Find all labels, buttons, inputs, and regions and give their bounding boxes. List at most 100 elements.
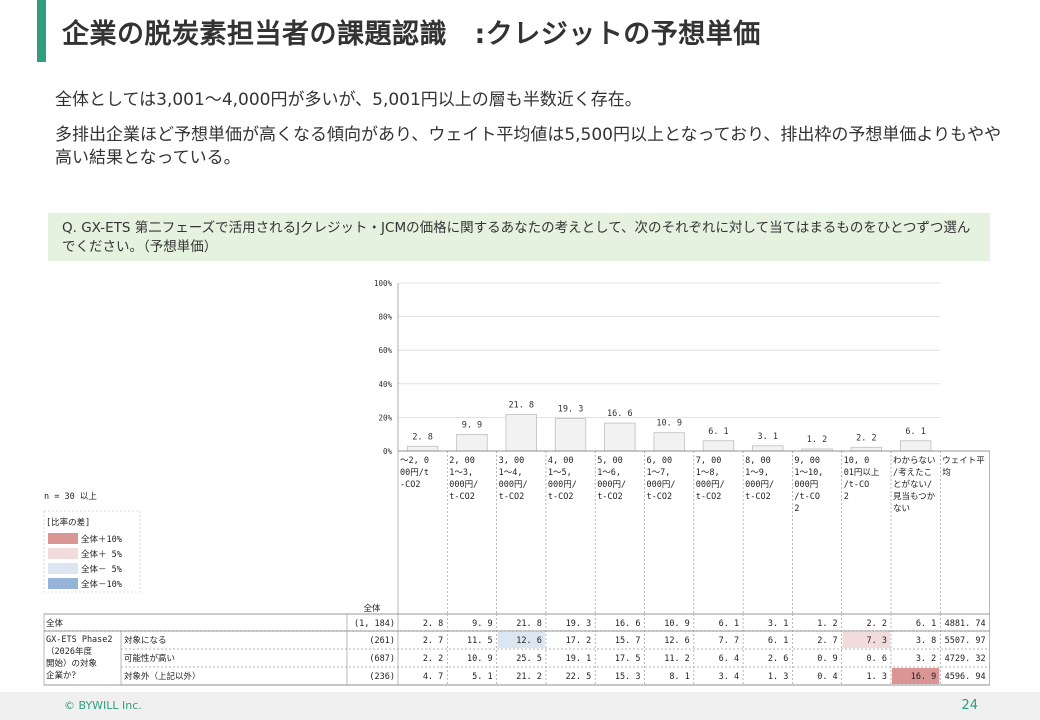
column-header-text: 3, 00 — [499, 456, 525, 466]
table-cell-value: 2. 7 — [817, 636, 837, 646]
table-cell-value: 17. 5 — [615, 654, 641, 664]
table-cell-value: 2. 2 — [423, 654, 443, 664]
column-header-text: /考えたこ — [893, 468, 932, 478]
column-header-text: t-CO2 — [597, 492, 623, 502]
column-header-text: 2 — [844, 492, 849, 502]
table-cell-value: 1. 3 — [768, 672, 788, 682]
bar-data-label: 9. 9 — [462, 420, 482, 430]
table-row-n: (1, 184) — [354, 619, 395, 629]
table-cell-value: 16. 6 — [615, 619, 641, 629]
column-header-text: 1～8, — [696, 468, 720, 478]
table-cell-value: 4881. 74 — [945, 619, 986, 629]
table-cell-value: 11. 5 — [467, 636, 493, 646]
y-tick-label: 0% — [383, 447, 393, 456]
column-header-text: t-CO2 — [696, 492, 722, 502]
column-header-text: 均 — [942, 467, 951, 478]
legend-swatch — [48, 548, 78, 559]
column-header-text: 000円 — [794, 480, 818, 490]
column-header-text: 9, 00 — [794, 456, 820, 466]
table-cell-value: 2. 8 — [423, 619, 443, 629]
column-header-text: 1～9, — [745, 468, 769, 478]
copyright-text: © BYWILL Inc. — [64, 699, 142, 712]
bar-data-label: 19. 3 — [558, 405, 584, 415]
bar — [505, 413, 537, 452]
table-cell-value: 6. 1 — [768, 636, 788, 646]
legend-swatch — [48, 563, 78, 574]
table-cell-value: 10. 9 — [467, 654, 493, 664]
table-cell-value: 5507. 97 — [945, 636, 986, 646]
table-cell-value: 0. 4 — [817, 672, 837, 682]
table-row-sublabel: 対象外（上記以外） — [124, 671, 201, 682]
table-cell-value: 6. 1 — [916, 619, 936, 629]
table-cell-value: 3. 8 — [916, 636, 936, 646]
bar-data-label: 2. 8 — [412, 432, 432, 442]
table-cell-value: 6. 1 — [719, 619, 739, 629]
bar — [850, 446, 883, 452]
table-cell-value: 12. 6 — [516, 636, 542, 646]
table-group-label: 開始）の対象 — [46, 658, 98, 669]
table-cell-value: 11. 2 — [664, 654, 690, 664]
column-header-text: 5, 00 — [597, 456, 623, 466]
column-header-text: ～2, 0 — [400, 456, 429, 466]
table-cell-value: 2. 2 — [867, 619, 887, 629]
column-header-text: 000円/ — [499, 480, 528, 490]
table-cell-value: 21. 2 — [516, 672, 542, 682]
table-cell-value: 21. 8 — [516, 619, 542, 629]
table-cell-value: 3. 1 — [768, 619, 788, 629]
column-header-text: 4, 00 — [548, 456, 574, 466]
bar-data-label: 2. 2 — [856, 433, 876, 443]
bar-data-label: 1. 2 — [807, 435, 827, 445]
column-header-text: t-CO2 — [548, 492, 574, 502]
table-cell-value: 2. 6 — [768, 654, 788, 664]
table-cell-value: 4. 7 — [423, 672, 443, 682]
bar-data-label: 3. 1 — [758, 432, 778, 442]
column-header-text: 000円/ — [696, 480, 725, 490]
table-cell-value: 5. 1 — [472, 672, 492, 682]
y-tick-label: 20% — [378, 413, 392, 422]
table-group-label: 企業か？ — [46, 670, 80, 681]
column-header-text: 2 — [794, 504, 799, 514]
column-header-text: 1～3, — [449, 468, 473, 478]
y-tick-label: 60% — [378, 346, 392, 355]
bar-data-label: 16. 6 — [607, 409, 633, 419]
bar — [702, 440, 735, 452]
column-header-text: 1～7, — [647, 468, 671, 478]
column-header-text: わからない — [893, 456, 936, 466]
column-header-text: 見当もつか — [893, 491, 936, 502]
column-header-text: /t-CO — [794, 492, 820, 502]
table-cell-value: 0. 6 — [867, 654, 887, 664]
y-tick-label: 40% — [378, 380, 392, 389]
table-row-n: (687) — [369, 654, 395, 664]
table-cell-value: 0. 9 — [817, 654, 837, 664]
legend-swatch — [48, 533, 78, 544]
column-header-text: 1～4, — [499, 468, 523, 478]
column-header-text: 000円/ — [745, 480, 774, 490]
survey-chart-table: 0% 20% 40% 60% 80% 100% 2. 8 9. 9 21. 8 19. 3 16. … — [43, 279, 990, 686]
table-cell-value: 17. 2 — [566, 636, 592, 646]
column-header-text: /t-CO — [844, 480, 870, 490]
table-group-label: GX-ETS Phase2 — [46, 635, 113, 645]
legend-item-label: 全体－10% — [81, 579, 122, 590]
table-cell-value: 4596. 94 — [945, 672, 986, 682]
table-cell-value: 16. 9 — [911, 672, 937, 682]
table-cell-value: 9. 9 — [472, 619, 492, 629]
legend-item-label: 全体＋10% — [81, 534, 122, 545]
column-header-text: 10, 0 — [844, 456, 870, 466]
bar — [456, 433, 488, 452]
table-cell-value: 15. 7 — [615, 636, 641, 646]
table-cell-value: 3. 2 — [916, 654, 936, 664]
table-cell-value: 19. 3 — [566, 619, 592, 629]
bar — [604, 422, 636, 452]
y-tick-label: 80% — [378, 313, 392, 322]
table-row-sublabel: 可能性が高い — [124, 653, 175, 664]
column-header-text: 000円/ — [647, 480, 676, 490]
column-header-text: 1～5, — [548, 468, 572, 478]
table-cell-value: 6. 4 — [719, 654, 739, 664]
table-cell-value: 15. 3 — [615, 672, 641, 682]
legend-swatch — [48, 578, 78, 589]
column-header-text: t-CO2 — [745, 492, 771, 502]
column-header-text: とがない/ — [893, 479, 932, 490]
table-cell-value: 12. 6 — [664, 636, 690, 646]
table-row-label: 全体 — [46, 618, 64, 629]
column-header-text: 000円/ — [548, 480, 577, 490]
